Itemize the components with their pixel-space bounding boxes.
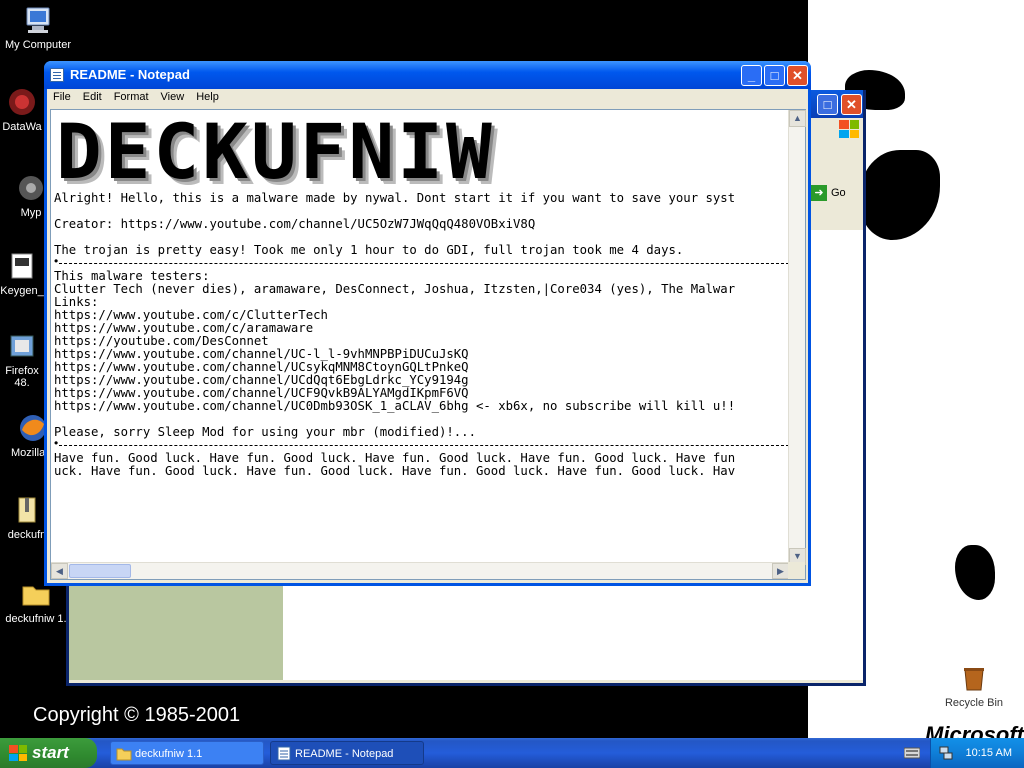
explorer-go-button[interactable]: ➜ Go	[811, 182, 863, 204]
task-readme-notepad[interactable]: README - Notepad	[270, 741, 424, 765]
explorer-close-button[interactable]: ✕	[841, 94, 862, 115]
notepad-icon	[50, 68, 64, 82]
separator-line	[54, 437, 789, 452]
horizontal-scroll-thumb[interactable]	[69, 564, 131, 578]
notepad-icon	[277, 746, 291, 761]
windows-logo-icon	[9, 745, 27, 761]
notepad-titlebar[interactable]: README - Notepad	[44, 61, 811, 89]
wallpaper-copyright: Copyright © 1985-2001	[33, 704, 241, 726]
ascii-banner: DECKUFNIW	[56, 110, 495, 196]
menu-format[interactable]: Format	[108, 89, 155, 105]
horizontal-scrollbar[interactable]: ◀ ▶	[51, 562, 789, 579]
recycle-bin-icon	[964, 668, 984, 691]
myp-icon	[19, 176, 43, 200]
text-content[interactable]: DECKUFNIW Alright! Hello, this is a malw…	[51, 110, 789, 565]
task-deckufniw-folder[interactable]: deckufniw 1.1	[110, 741, 264, 765]
wallpaper-brand: Microsoft	[925, 722, 1024, 738]
vertical-scrollbar[interactable]: ▲ ▼	[788, 110, 806, 565]
text-line: Clutter Tech (never dies), aramaware, De…	[54, 282, 736, 296]
go-arrow-icon: ➜	[811, 185, 827, 202]
desktop: Copyright © 1985-2001 Microsoft My Compu…	[0, 0, 1024, 738]
menu-help[interactable]: Help	[190, 89, 225, 105]
text-editor[interactable]: DECKUFNIW Alright! Hello, this is a malw…	[50, 109, 806, 580]
zip-file-icon	[18, 497, 36, 523]
network-icon[interactable]	[939, 746, 953, 760]
size-grip[interactable]	[788, 562, 805, 579]
notepad-window[interactable]: README - Notepad _ □ ✕ File Edit Format Vie…	[44, 61, 811, 586]
clock[interactable]: 10:15 AM	[966, 738, 1012, 768]
text-line: https://www.youtube.com/channel/UC0Dmb93…	[54, 399, 736, 413]
menu-view[interactable]: View	[155, 89, 191, 105]
text-line: uck. Have fun. Good luck. Have fun. Good…	[54, 464, 736, 478]
menu-edit[interactable]: Edit	[77, 89, 108, 105]
close-button[interactable]: ✕	[787, 65, 808, 86]
text-line: Creator: https://www.youtube.com/channel…	[54, 217, 536, 231]
windows-logo-icon	[839, 120, 859, 138]
minimize-button[interactable]: _	[741, 65, 762, 86]
system-tray: 10:15 AM	[930, 738, 1024, 768]
keyboard-icon[interactable]	[904, 746, 920, 760]
start-button[interactable]: start	[0, 738, 97, 768]
maximize-button[interactable]: □	[764, 65, 785, 86]
menu-bar: File Edit Format View Help	[47, 89, 808, 108]
folder-icon	[116, 748, 132, 761]
scroll-left-button[interactable]: ◀	[51, 563, 68, 579]
text-line: Please, sorry Sleep Mod for using your m…	[54, 425, 476, 439]
menu-file[interactable]: File	[47, 89, 77, 105]
scroll-up-button[interactable]: ▲	[789, 110, 806, 127]
explorer-maximize-button[interactable]: □	[817, 94, 838, 115]
scroll-right-button[interactable]: ▶	[772, 563, 789, 579]
datawa-icon	[9, 89, 35, 115]
desktop-icon-my-computer[interactable]: My Computer	[0, 4, 76, 51]
notepad-title: README - Notepad	[70, 67, 190, 82]
taskbar: start deckufniw 1.1 README - Notepad 10:…	[0, 738, 1024, 768]
keygen-icon	[11, 253, 33, 279]
text-line: The trojan is pretty easy! Took me only …	[54, 243, 684, 257]
desktop-icon-recycle-bin[interactable]: Recycle Bin	[936, 662, 1012, 709]
computer-icon	[26, 7, 50, 33]
separator-line	[54, 255, 789, 270]
firefox-installer-icon	[10, 335, 34, 357]
